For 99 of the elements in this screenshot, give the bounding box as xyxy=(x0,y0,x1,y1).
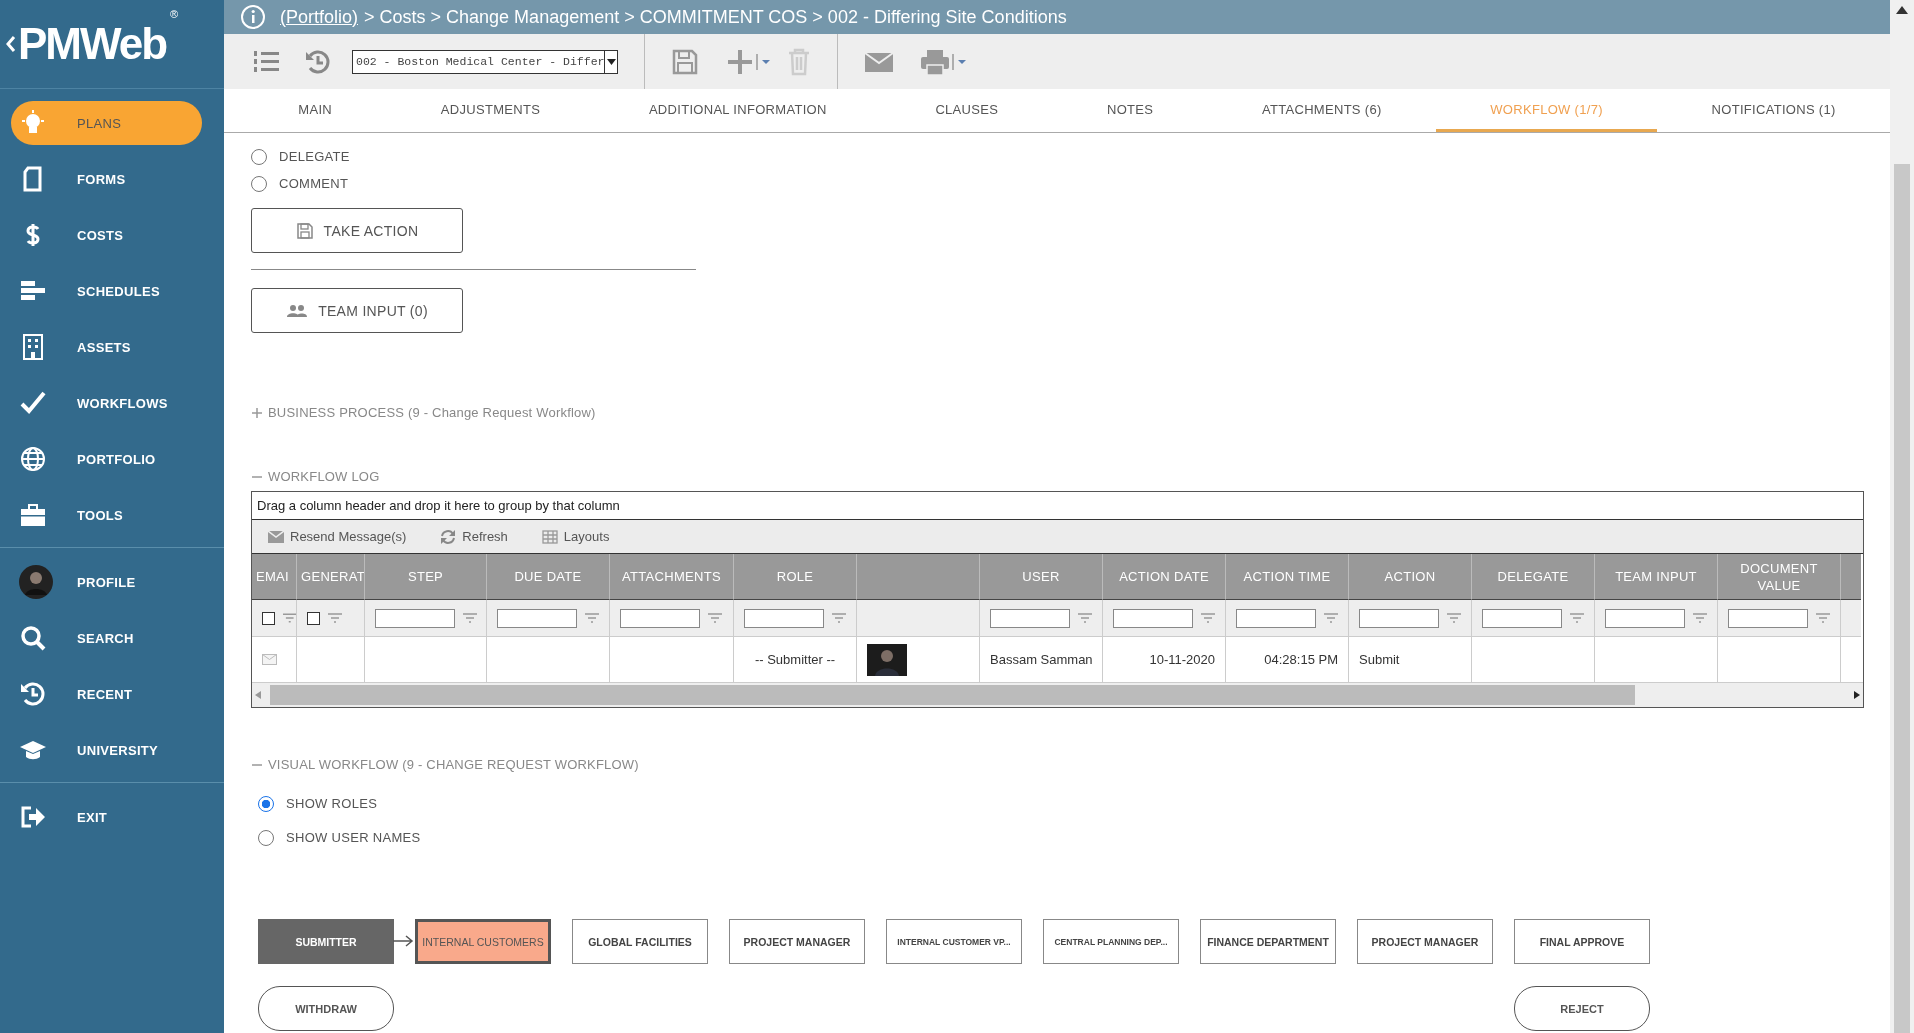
filter-field[interactable] xyxy=(1605,608,1685,628)
filter-icon[interactable] xyxy=(832,613,846,623)
sidebar-item[interactable]: FORMS xyxy=(11,157,202,201)
filter-field[interactable] xyxy=(1482,608,1562,628)
radio-label: COMMENT xyxy=(279,176,349,191)
breadcrumb-link[interactable]: (Portfolio) xyxy=(280,6,359,28)
search-icon xyxy=(19,624,47,652)
radio-button[interactable] xyxy=(251,175,267,192)
registered-mark: ® xyxy=(170,8,179,20)
add-icon[interactable] xyxy=(727,47,771,76)
exit-step-button[interactable]: WITHDRAW xyxy=(258,986,394,1031)
sidebar-item[interactable]: EXIT xyxy=(11,795,202,839)
filter-icon[interactable] xyxy=(1324,613,1338,623)
grid-action[interactable]: Resend Message(s) xyxy=(268,529,407,544)
mail-icon xyxy=(268,530,284,543)
filter-field[interactable] xyxy=(497,608,577,628)
column-header[interactable] xyxy=(857,554,980,600)
filter-field[interactable] xyxy=(990,608,1070,628)
breadcrumb: > Costs > Change Management > COMMITMENT COS > 002 - Differing Site Conditions xyxy=(364,6,1067,28)
grid-action[interactable]: Refresh xyxy=(440,528,508,545)
team-input-button[interactable]: TEAM INPUT (0) xyxy=(251,288,463,333)
workflow-step: INTERNAL CUSTOMERS xyxy=(415,919,551,964)
workflow-step: FINANCE DEPARTMENT xyxy=(1200,919,1336,964)
print-icon[interactable] xyxy=(920,47,966,76)
exit-step-button[interactable]: REJECT xyxy=(1514,986,1650,1031)
tab[interactable]: MAIN xyxy=(244,89,387,132)
workflow-step: GLOBAL FACILITIES xyxy=(572,919,708,964)
filter-field[interactable] xyxy=(375,608,455,628)
sidebar-item[interactable]: PLANS xyxy=(11,101,202,145)
sidebar-item[interactable]: COSTS xyxy=(11,213,202,257)
tab[interactable]: CLAUSES xyxy=(881,89,1053,132)
section-title: WORKFLOW LOG xyxy=(268,469,380,484)
dropdown-arrow-icon xyxy=(606,58,616,65)
sidebar-item[interactable]: SCHEDULES xyxy=(11,269,202,313)
filter-icon[interactable] xyxy=(1816,613,1830,623)
globe-icon xyxy=(19,445,47,473)
filter-icon[interactable] xyxy=(1570,613,1584,623)
take-action-button[interactable]: TAKE ACTION xyxy=(251,208,463,253)
filter-icon[interactable] xyxy=(585,613,599,623)
checkbox[interactable] xyxy=(262,611,275,625)
column-header xyxy=(1841,554,1861,600)
workflow-step: CENTRAL PLANNING DEP... xyxy=(1043,919,1179,964)
refresh-icon xyxy=(440,528,457,545)
workflow-step: FINAL APPROVE xyxy=(1514,919,1650,964)
chevron-left-icon[interactable] xyxy=(6,35,16,53)
sidebar-item[interactable]: ASSETS xyxy=(11,325,202,369)
sidebar-item[interactable]: UNIVERSITY xyxy=(11,728,202,772)
workflow-step: INTERNAL CUSTOMER VP... xyxy=(886,919,1022,964)
record-select[interactable]: 002 - Boston Medical Center - Differ xyxy=(352,49,618,74)
filter-field[interactable] xyxy=(1113,608,1193,628)
filter-field[interactable] xyxy=(1728,608,1808,628)
save-icon xyxy=(295,221,314,240)
sidebar-item[interactable]: WORKFLOWS xyxy=(11,381,202,425)
filter-field[interactable] xyxy=(1236,608,1316,628)
table-icon xyxy=(541,529,558,544)
tab[interactable]: ADJUSTMENTS xyxy=(386,89,595,132)
filter-field[interactable] xyxy=(620,608,700,628)
scroll-up-icon[interactable] xyxy=(1896,6,1908,14)
radio-label: SHOW USER NAMES xyxy=(286,830,421,845)
radio-label: DELEGATE xyxy=(279,149,350,164)
sidebar-item[interactable]: RECENT xyxy=(11,672,202,716)
filter-field[interactable] xyxy=(744,608,824,628)
checkbox[interactable] xyxy=(307,611,320,625)
sidebar-item[interactable]: PORTFOLIO xyxy=(11,437,202,481)
avatar xyxy=(867,643,907,676)
filter-icon[interactable] xyxy=(328,613,342,623)
radio-button[interactable] xyxy=(251,148,267,165)
section-title: VISUAL WORKFLOW (9 - CHANGE REQUEST WORKFLOW) xyxy=(268,757,639,772)
filter-icon[interactable] xyxy=(282,613,296,623)
workflow-step: PROJECT MANAGER xyxy=(1357,919,1493,964)
filter-icon[interactable] xyxy=(1078,613,1092,623)
save-icon[interactable] xyxy=(671,47,699,76)
filter-icon[interactable] xyxy=(1447,613,1461,623)
connector-arrow xyxy=(393,934,414,948)
horizontal-scrollbar[interactable] xyxy=(252,682,1863,707)
filter-field[interactable] xyxy=(1359,608,1439,628)
tab[interactable]: ADDITIONAL INFORMATION xyxy=(594,89,882,132)
radio-button[interactable] xyxy=(258,829,274,846)
filter-icon[interactable] xyxy=(708,613,722,623)
tab[interactable]: NOTIFICATIONS (1) xyxy=(1657,89,1890,132)
mail-icon xyxy=(262,654,277,665)
people-icon xyxy=(286,303,309,318)
sidebar-item[interactable]: TOOLS xyxy=(11,493,202,537)
grid-action[interactable]: Layouts xyxy=(541,529,610,544)
briefcase-icon xyxy=(19,501,47,529)
logo: PMWeb xyxy=(18,19,167,69)
history-icon xyxy=(19,680,47,708)
section-title: BUSINESS PROCESS (9 - Change Request Workflow) xyxy=(268,405,596,420)
filter-icon[interactable] xyxy=(463,613,477,623)
avatar xyxy=(19,565,53,599)
tab[interactable]: ATTACHMENTS (6) xyxy=(1207,89,1436,132)
radio-label: SHOW ROLES xyxy=(286,796,378,811)
sidebar-item[interactable]: PROFILE xyxy=(11,560,202,604)
filter-icon[interactable] xyxy=(1693,613,1707,623)
tab[interactable]: NOTES xyxy=(1052,89,1208,132)
radio-button[interactable] xyxy=(258,795,274,812)
workflow-step: PROJECT MANAGER xyxy=(729,919,865,964)
filter-icon[interactable] xyxy=(1201,613,1215,623)
sidebar-item[interactable]: SEARCH xyxy=(11,616,202,660)
